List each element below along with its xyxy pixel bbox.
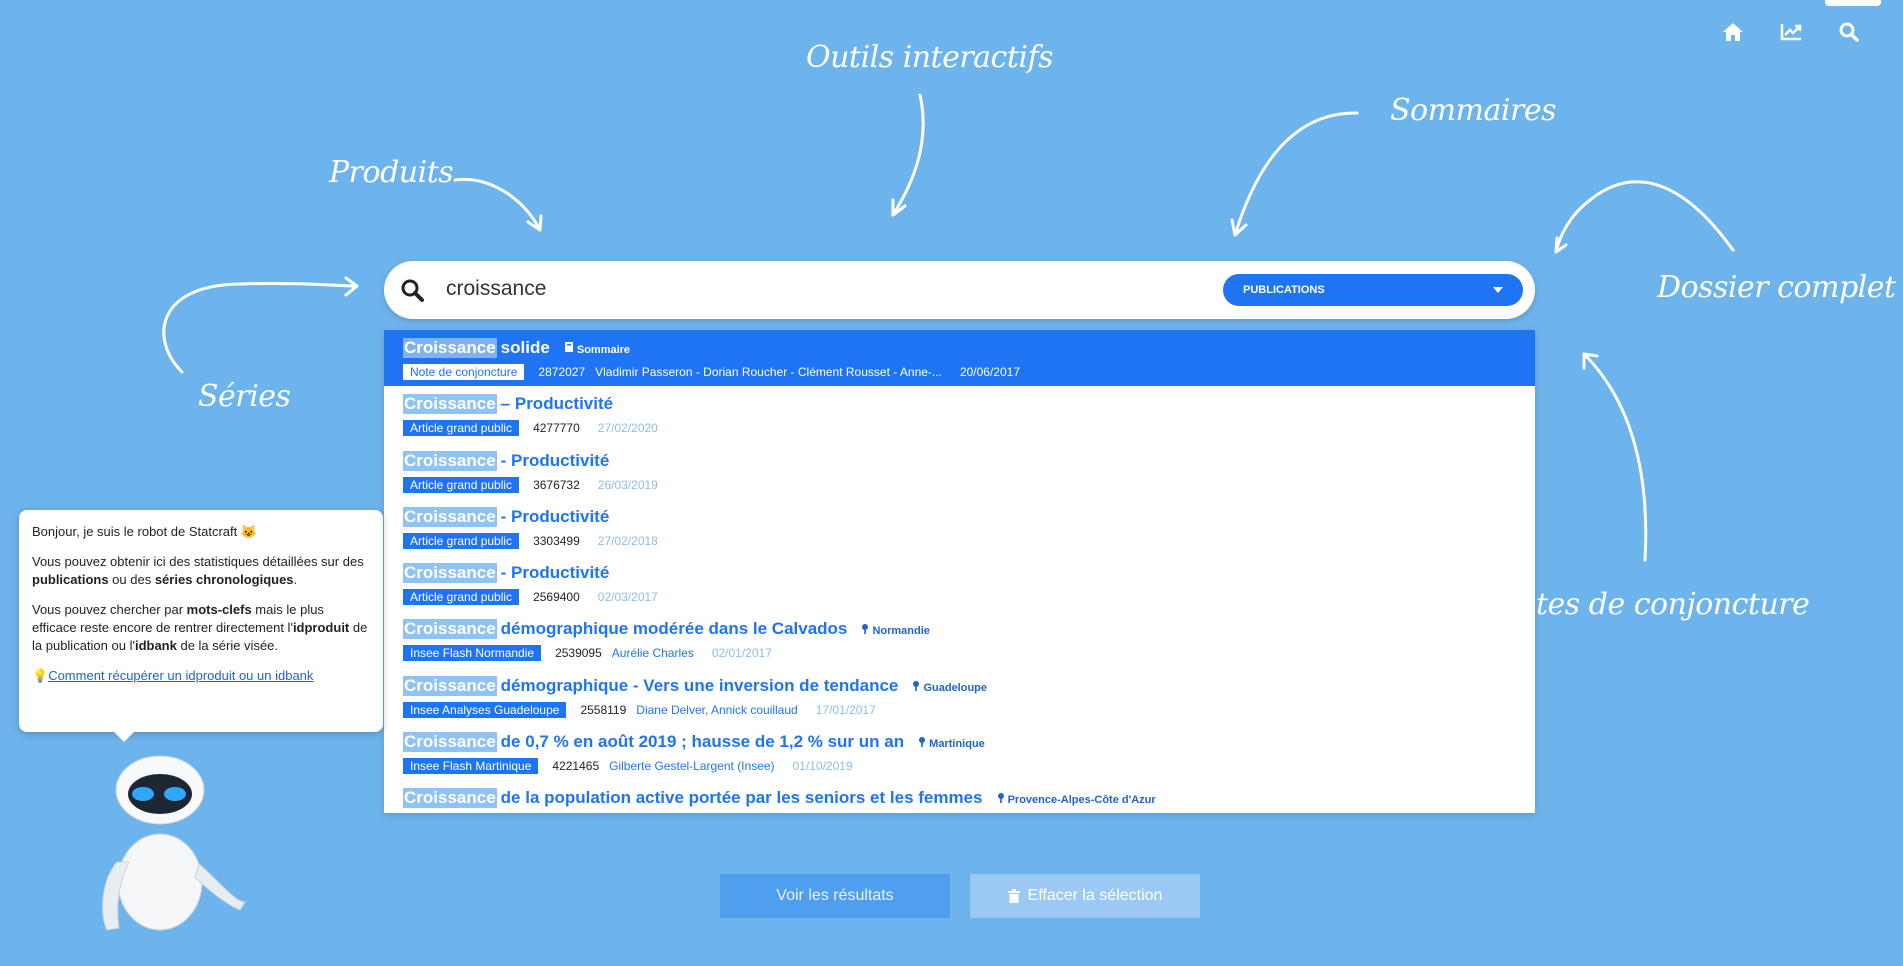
result-badge: Article grand public <box>403 420 520 437</box>
result-date: 02/03/2017 <box>597 590 658 605</box>
result-highlight: Croissance <box>403 338 497 358</box>
result-date: 26/03/2019 <box>597 477 658 492</box>
map-pin-icon <box>862 624 869 635</box>
result-id: 3676732 <box>533 477 580 492</box>
arrow-series <box>162 281 359 374</box>
result-date: 20/06/2017 <box>959 365 1020 379</box>
result-badge: Insee Flash Martinique <box>403 758 539 775</box>
arrow-sommaires <box>1233 111 1359 237</box>
result-tag: Provence-Alpes-Côte d'Azur <box>997 792 1156 806</box>
result-badge: Article grand public <box>403 476 520 493</box>
result-date: 27/02/2020 <box>597 421 658 436</box>
category-select[interactable]: PUBLICATIONS <box>1223 274 1523 306</box>
result-title: – Productivité <box>500 394 614 414</box>
bot-paragraph: Vous pouvez obtenir ici des statistiques… <box>32 554 364 587</box>
result-title: de 0,7 % en août 2019 ; hausse de 1,2 % … <box>500 732 905 752</box>
map-pin-icon <box>913 680 920 691</box>
result-highlight: Croissance <box>403 394 497 415</box>
map-pin-icon <box>919 737 926 748</box>
result-item[interactable]: Croissance - Productivité Article grand … <box>384 499 1535 555</box>
result-item[interactable]: Croissance solide Sommaire Note de conjo… <box>384 330 1535 387</box>
result-item[interactable]: Croissance démographique - Vers une inve… <box>384 668 1535 724</box>
result-highlight: Croissance <box>403 732 497 753</box>
book-icon <box>564 342 573 352</box>
result-id: 4277770 <box>533 421 580 436</box>
search-input[interactable] <box>444 276 1048 302</box>
result-highlight: Croissance <box>403 450 497 471</box>
bot-message: Bonjour, je suis le robot de Statcraft 😺… <box>19 510 383 742</box>
results-list: Croissance solide Sommaire Note de conjo… <box>384 330 1535 813</box>
result-highlight: Croissance <box>403 675 497 696</box>
result-badge: Insee Analyses Guadeloupe <box>403 701 567 718</box>
result-tag: Guadeloupe <box>912 680 987 694</box>
result-authors: Gilberte Gestel-Largent (Insee) <box>609 759 775 774</box>
result-authors: Vladimir Passeron - Dorian Roucher - Clé… <box>595 365 942 379</box>
search-bar: PUBLICATIONS <box>384 261 1535 319</box>
result-item[interactable]: Croissance de 0,7 % en août 2019 ; hauss… <box>384 724 1535 780</box>
result-id: 2539095 <box>555 646 602 661</box>
result-title: démographique modérée dans le Calvados <box>500 619 848 639</box>
result-badge: Note de conjoncture <box>403 364 525 380</box>
result-id: 2569400 <box>533 590 580 605</box>
arrow-dossier <box>1554 180 1735 254</box>
category-select-value: PUBLICATIONS <box>1243 284 1325 296</box>
search-icon <box>401 279 424 302</box>
result-authors: Diane Delver, Annick couillaud <box>636 702 798 717</box>
result-date: 27/02/2018 <box>597 533 658 548</box>
arrow-outils <box>891 93 925 217</box>
result-title: solide <box>500 338 550 357</box>
result-title: démographique - Vers une inversion de te… <box>500 675 899 695</box>
bot-paragraph: Vous pouvez chercher par mots-clefs mais… <box>32 602 368 653</box>
result-item[interactable]: Croissance démographique modérée dans le… <box>384 611 1535 667</box>
result-id: 2558119 <box>580 702 627 717</box>
result-tag: Normandie <box>861 623 930 637</box>
result-title: de la population active portée par les s… <box>500 788 983 808</box>
result-date: 17/01/2017 <box>815 702 876 717</box>
result-date: 02/01/2017 <box>711 646 772 661</box>
result-date: 01/10/2019 <box>792 759 853 774</box>
result-id: 2872027 <box>538 365 586 379</box>
result-item[interactable]: Croissance de la population active porté… <box>384 780 1535 813</box>
trash-icon <box>1007 889 1020 903</box>
result-badge: Article grand public <box>403 532 520 549</box>
result-highlight: Croissance <box>403 506 497 527</box>
result-badge: Article grand public <box>403 589 520 606</box>
result-title: - Productivité <box>500 563 610 583</box>
help-link[interactable]: Comment récupérer un idproduit ou un idb… <box>48 668 313 683</box>
arrow-conjoncture <box>1582 352 1648 562</box>
clear-selection-label: Effacer la sélection <box>1027 887 1163 904</box>
result-item[interactable]: Croissance - Productivité Article grand … <box>384 443 1535 499</box>
result-id: 4221465 <box>552 759 600 774</box>
lightbulb-icon: 💡 <box>32 668 49 683</box>
result-title: - Productivité <box>500 506 610 526</box>
map-pin-icon <box>997 793 1004 804</box>
chevron-down-icon <box>1493 287 1503 293</box>
result-badge: Insee Flash Normandie <box>403 645 542 662</box>
result-title: - Productivité <box>500 450 610 470</box>
result-item[interactable]: Croissance – Productivité Article grand … <box>384 386 1535 442</box>
bot-greeting: Bonjour, je suis le robot de Statcraft 😺 <box>32 524 258 539</box>
result-authors: Aurélie Charles <box>611 646 694 661</box>
robot-illustration <box>102 755 246 931</box>
result-tag: Martinique <box>918 736 985 750</box>
result-tag: Sommaire <box>564 341 630 356</box>
view-results-button[interactable]: Voir les résultats <box>720 874 950 918</box>
result-highlight: Croissance <box>403 788 497 809</box>
result-id: 3303499 <box>533 533 580 548</box>
clear-selection-button[interactable]: Effacer la sélection <box>970 874 1200 918</box>
result-item[interactable]: Croissance - Productivité Article grand … <box>384 555 1535 611</box>
result-highlight: Croissance <box>403 563 497 584</box>
result-highlight: Croissance <box>403 619 497 640</box>
